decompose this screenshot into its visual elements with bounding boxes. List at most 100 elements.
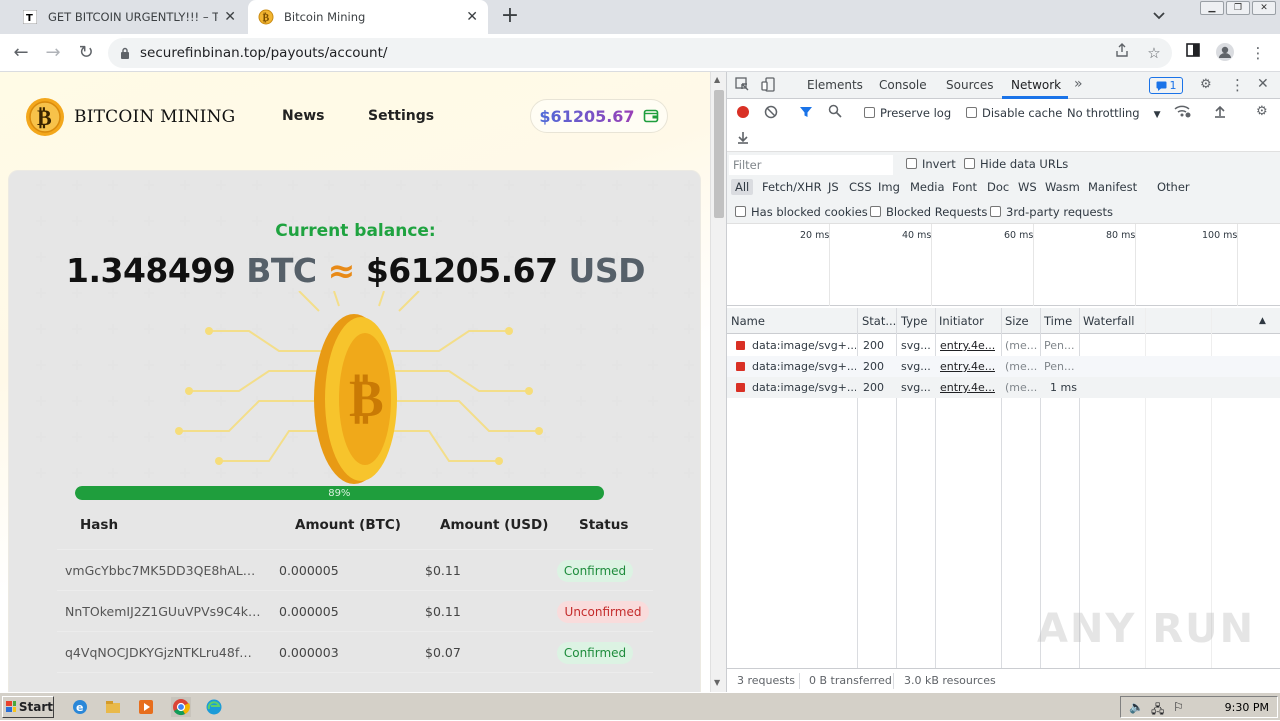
chrome-icon[interactable] <box>171 697 191 717</box>
col-type-header[interactable]: Type <box>901 314 927 328</box>
invert-checkbox[interactable]: Invert <box>906 157 956 171</box>
profile-avatar-icon[interactable] <box>1214 42 1236 64</box>
clear-icon[interactable] <box>764 105 778 123</box>
type-filter-other[interactable]: Other <box>1157 180 1190 194</box>
devtools-menu-icon[interactable]: ⋮ <box>1230 76 1245 94</box>
type-filter-doc[interactable]: Doc <box>987 180 1009 194</box>
restore-icon[interactable]: ❐ <box>1226 1 1250 15</box>
col-status-header[interactable]: Stat... <box>862 314 896 328</box>
more-tabs-icon[interactable]: » <box>1074 76 1083 92</box>
type-filter-media[interactable]: Media <box>910 180 945 194</box>
blocked-requests-checkbox[interactable]: Blocked Requests <box>870 205 987 219</box>
new-tab-icon[interactable]: + <box>499 5 521 29</box>
row-hash: vmGcYbbc7MK5DD3QE8hALvpQ <box>65 563 261 578</box>
network-request-row[interactable]: data:image/svg+... 200 svg... entry.4e..… <box>727 335 1280 356</box>
search-icon[interactable] <box>828 104 842 122</box>
request-initiator[interactable]: entry.4e... <box>940 381 995 394</box>
volume-icon[interactable]: 🔈 <box>1129 700 1144 714</box>
tab-network[interactable]: Network <box>1011 78 1061 92</box>
import-har-icon[interactable] <box>1213 104 1227 122</box>
device-toolbar-icon[interactable] <box>761 77 776 96</box>
row-usd: $0.07 <box>425 645 461 660</box>
filter-input[interactable]: Filter <box>729 155 893 175</box>
media-player-icon[interactable] <box>137 698 155 716</box>
bookmark-star-icon[interactable]: ☆ <box>1143 42 1165 64</box>
timeline-tick-label: 60 ms <box>1004 230 1034 241</box>
type-filter-font[interactable]: Font <box>952 180 977 194</box>
request-initiator[interactable]: entry.4e... <box>940 339 995 352</box>
flag-icon[interactable]: ⚐ <box>1173 700 1184 714</box>
type-filter-all[interactable]: All <box>731 179 754 195</box>
export-har-icon[interactable] <box>736 130 750 148</box>
col-name-header[interactable]: Name <box>731 314 765 328</box>
scroll-up-icon[interactable]: ▲ <box>714 75 720 84</box>
internet-explorer-icon[interactable]: e <box>71 698 89 716</box>
tab-sources[interactable]: Sources <box>946 78 993 92</box>
type-filter-img[interactable]: Img <box>878 180 900 194</box>
minimize-icon[interactable]: ▁ <box>1200 1 1224 15</box>
sort-ascending-icon[interactable]: ▲ <box>1259 316 1266 326</box>
tab-telegraph[interactable]: T GET BITCOIN URGENTLY!!! – Telegra ✕ <box>12 0 246 34</box>
has-blocked-cookies-checkbox[interactable]: Has blocked cookies <box>735 205 868 219</box>
network-request-row[interactable]: data:image/svg+... 200 svg... entry.4e..… <box>727 377 1280 398</box>
site-logo[interactable]: ₿ BITCOIN MINING <box>24 96 235 138</box>
preserve-log-checkbox[interactable]: Preserve log <box>864 106 951 120</box>
type-filter-fetch-xhr[interactable]: Fetch/XHR <box>762 180 822 194</box>
nav-news-link[interactable]: News <box>282 108 324 124</box>
disable-cache-checkbox[interactable]: Disable cache <box>966 106 1062 120</box>
edge-icon[interactable] <box>205 698 223 716</box>
tab-elements[interactable]: Elements <box>807 78 863 92</box>
nav-settings-link[interactable]: Settings <box>368 108 434 124</box>
type-filter-wasm[interactable]: Wasm <box>1045 180 1080 194</box>
network-request-row[interactable]: data:image/svg+... 200 svg... entry.4e..… <box>727 356 1280 377</box>
request-initiator[interactable]: entry.4e... <box>940 360 995 373</box>
windows-taskbar: Start e 🔈 🖧 ⚐ 9:30 PM <box>0 692 1280 720</box>
reload-icon[interactable]: ↻ <box>75 42 97 64</box>
col-time-header[interactable]: Time <box>1044 314 1072 328</box>
forward-arrow-icon[interactable]: → <box>42 42 64 64</box>
balance-card: Current balance: 1.348499 BTC ≈ $61205.6… <box>8 170 701 692</box>
settings-gear-icon[interactable]: ⚙ <box>1200 77 1212 92</box>
close-tab-icon[interactable]: ✕ <box>466 9 478 25</box>
network-conditions-icon[interactable] <box>1174 104 1192 122</box>
status-badge: Confirmed <box>557 642 633 664</box>
network-icon[interactable]: 🖧 <box>1151 700 1164 721</box>
close-tab-icon[interactable]: ✕ <box>224 9 236 25</box>
page-scrollbar[interactable]: ▲ ▼ <box>710 72 726 692</box>
filter-funnel-icon[interactable] <box>799 105 813 123</box>
header-balance: $61205.67 <box>539 106 635 126</box>
side-panel-icon[interactable] <box>1182 42 1204 64</box>
close-window-icon[interactable]: ✕ <box>1252 1 1276 15</box>
type-filter-js[interactable]: JS <box>828 180 839 194</box>
third-party-requests-label: 3rd-party requests <box>1006 205 1114 219</box>
windows-logo-icon <box>6 701 16 712</box>
network-settings-gear-icon[interactable]: ⚙ <box>1256 104 1268 119</box>
col-waterfall-header[interactable]: Waterfall <box>1083 314 1134 328</box>
col-initiator-header[interactable]: Initiator <box>939 314 984 328</box>
has-blocked-cookies-label: Has blocked cookies <box>751 205 868 219</box>
network-timeline-overview[interactable]: 20 ms 40 ms 60 ms 80 ms 100 ms <box>727 224 1280 306</box>
inspect-element-icon[interactable] <box>735 77 750 96</box>
tab-bitcoin-mining[interactable]: ₿ Bitcoin Mining ✕ <box>248 0 488 34</box>
scroll-thumb[interactable] <box>714 90 724 218</box>
type-filter-ws[interactable]: WS <box>1018 180 1037 194</box>
menu-kebab-icon[interactable]: ⋮ <box>1247 42 1269 64</box>
close-devtools-icon[interactable]: ✕ <box>1257 76 1269 92</box>
tab-console[interactable]: Console <box>879 78 927 92</box>
header-balance-pill[interactable]: $61205.67 <box>530 99 668 133</box>
hide-data-urls-checkbox[interactable]: Hide data URLs <box>964 157 1068 171</box>
type-filter-css[interactable]: CSS <box>849 180 872 194</box>
address-bar[interactable]: securefinbinan.top/payouts/account/ <box>108 38 1172 68</box>
tab-search-chevron-icon[interactable] <box>1152 8 1166 25</box>
third-party-requests-checkbox[interactable]: 3rd-party requests <box>990 205 1113 219</box>
share-icon[interactable] <box>1111 42 1133 64</box>
type-filter-manifest[interactable]: Manifest <box>1088 180 1137 194</box>
col-size-header[interactable]: Size <box>1005 314 1029 328</box>
issues-counter[interactable]: 1 <box>1149 77 1183 94</box>
throttling-select[interactable]: No throttling ▼ <box>1067 106 1161 120</box>
start-button[interactable]: Start <box>2 696 54 718</box>
back-arrow-icon[interactable]: ← <box>10 42 32 64</box>
scroll-down-icon[interactable]: ▼ <box>714 678 720 687</box>
record-icon[interactable] <box>736 105 750 123</box>
file-explorer-icon[interactable] <box>104 698 122 716</box>
